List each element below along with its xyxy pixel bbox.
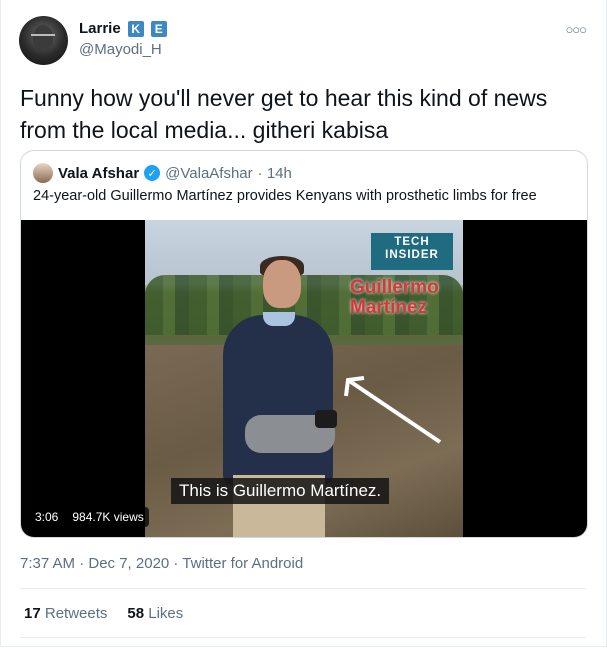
quoted-handle[interactable]: @ValaAfshar: [165, 165, 253, 182]
tweet-text: Funny how you'll never get to hear this …: [20, 85, 548, 143]
quoted-name[interactable]: Vala Afshar: [58, 165, 139, 182]
quoted-header: Vala Afshar ✓ @ValaAfshar · 14h: [33, 163, 292, 183]
tech-insider-logo: TECH INSIDER: [371, 233, 453, 270]
video-duration: 3:06: [30, 507, 64, 527]
person-body: [223, 315, 333, 485]
likes-stat[interactable]: 58 Likes: [127, 605, 183, 622]
video-caption: This is Guillermo Martínez.: [171, 478, 390, 504]
divider-top: [20, 588, 586, 589]
retweets-stat[interactable]: 17 Retweets: [24, 605, 107, 622]
quoted-time[interactable]: · 14h: [258, 165, 292, 182]
badge-k-icon: K: [127, 20, 144, 37]
device-in-hand: [315, 410, 337, 428]
tweet-timestamp[interactable]: 7:37 AM · Dec 7, 2020 · Twitter for Andr…: [20, 555, 303, 572]
video-meta: 3:06 984.7K views: [30, 507, 149, 527]
quoted-avatar[interactable]: [33, 163, 53, 183]
likes-count: 58: [127, 605, 145, 622]
author-name[interactable]: Larrie: [79, 20, 121, 37]
tweet-stats: 17 Retweets 58 Likes: [24, 605, 183, 622]
verified-badge-icon: ✓: [144, 165, 161, 181]
author-avatar[interactable]: [19, 16, 68, 65]
author-handle[interactable]: @Mayodi_H: [79, 41, 162, 58]
person-head: [263, 260, 301, 308]
video-player[interactable]: TECH INSIDER Guillermo Martínez This is …: [21, 220, 587, 537]
author-name-row[interactable]: Larrie K E: [79, 20, 167, 37]
brand-line2: INSIDER: [385, 249, 439, 261]
pointer-arrow-icon: [344, 376, 442, 444]
retweets-label: Retweets: [44, 605, 108, 622]
overlay-name: Guillermo Martínez: [350, 278, 460, 318]
avatar-glasses: [31, 34, 55, 41]
overlay-name-line2: Martínez: [350, 297, 428, 318]
brand-line1: TECH: [394, 236, 430, 248]
divider-bottom: [20, 637, 586, 638]
badge-e-icon: E: [150, 20, 167, 37]
quoted-tweet[interactable]: Vala Afshar ✓ @ValaAfshar · 14h 24-year-…: [20, 150, 588, 538]
video-views: 984.7K views: [67, 507, 149, 527]
likes-label: Likes: [148, 605, 184, 622]
retweets-count: 17: [24, 605, 41, 622]
more-icon[interactable]: ○○○: [565, 22, 587, 37]
overlay-name-line1: Guillermo: [350, 277, 439, 298]
quoted-text: 24-year-old Guillermo Martínez provides …: [33, 188, 537, 204]
person-collar: [263, 312, 295, 326]
